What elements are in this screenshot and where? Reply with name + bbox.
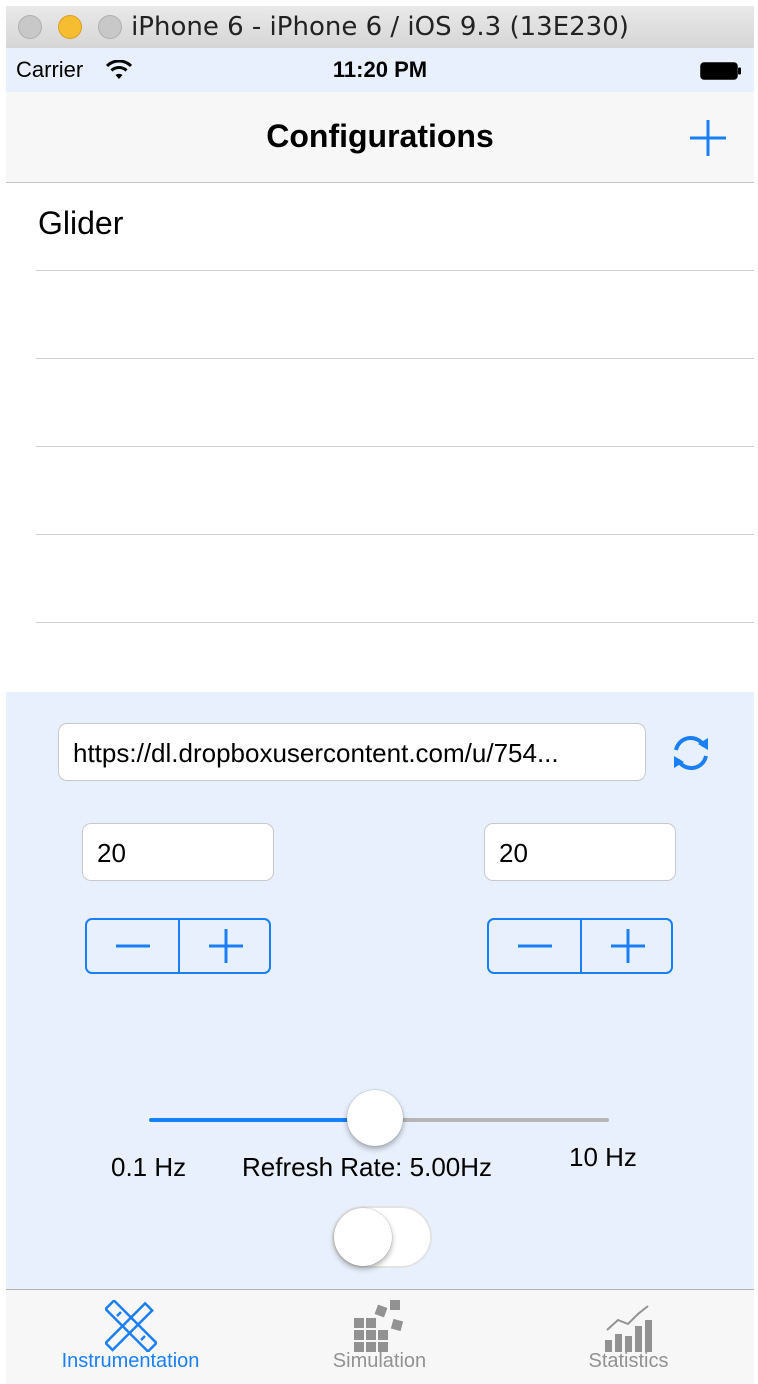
right-decrement-button[interactable] [489,920,580,972]
plus-icon[interactable] [688,118,728,158]
list-item[interactable] [36,359,754,447]
simulator-window: iPhone 6 - iPhone 6 / iOS 9.3 (13E230) C… [6,6,754,1384]
navigation-bar: Configurations [6,92,754,183]
right-increment-button[interactable] [580,920,673,972]
right-stepper [487,918,673,974]
slider-track-empty[interactable] [375,1118,609,1122]
toggle-knob [334,1208,392,1266]
window-titlebar: iPhone 6 - iPhone 6 / iOS 9.3 (13E230) [6,6,754,49]
refresh-rate-slider-thumb[interactable] [347,1090,403,1146]
slider-min-label: 0.1 Hz [111,1152,187,1182]
slider-track-filled[interactable] [149,1118,375,1122]
refresh-icon[interactable] [668,732,714,774]
tab-label: Simulation [332,1350,427,1372]
plus-icon [209,929,243,963]
tab-instrumentation[interactable]: Instrumentation [6,1290,255,1384]
status-time: 11:20 PM [332,57,428,82]
bar-chart-icon [604,1305,652,1352]
slider-max-label: 10 Hz [569,1142,637,1172]
refresh-rate-label: Refresh Rate: 5.00Hz [242,1152,493,1182]
tab-bar: Instrumentation Simulation Statistics [6,1289,754,1384]
tab-label: Instrumentation [61,1350,200,1372]
ruler-pencil-icon [104,1300,157,1352]
configuration-list: Glider [6,183,754,692]
list-item[interactable] [36,271,754,359]
list-item[interactable] [36,535,754,623]
left-increment-button[interactable] [178,920,271,972]
left-number-field[interactable]: 20 [82,823,274,881]
page-title: Configurations [266,118,494,154]
minus-icon [518,944,552,948]
minus-icon [116,944,150,948]
toggle-switch[interactable] [332,1206,432,1268]
battery-icon [700,62,741,80]
url-field[interactable]: https://dl.dropboxusercontent.com/u/754.… [58,723,646,781]
plus-icon [611,929,645,963]
tab-simulation[interactable]: Simulation [255,1290,504,1384]
left-stepper [85,918,271,974]
tab-label: Statistics [588,1350,669,1372]
left-decrement-button[interactable] [87,920,178,972]
controls-panel: https://dl.dropboxusercontent.com/u/754.… [6,692,754,1289]
list-item-label: Glider [38,205,124,241]
right-number-field[interactable]: 20 [484,823,676,881]
status-bar: Carrier 11:20 PM [6,48,754,92]
tab-statistics[interactable]: Statistics [504,1290,753,1384]
list-item[interactable]: Glider [36,183,754,271]
window-title: iPhone 6 - iPhone 6 / iOS 9.3 (13E230) [131,12,629,42]
list-item[interactable] [36,447,754,535]
blocks-icon [353,1300,403,1352]
